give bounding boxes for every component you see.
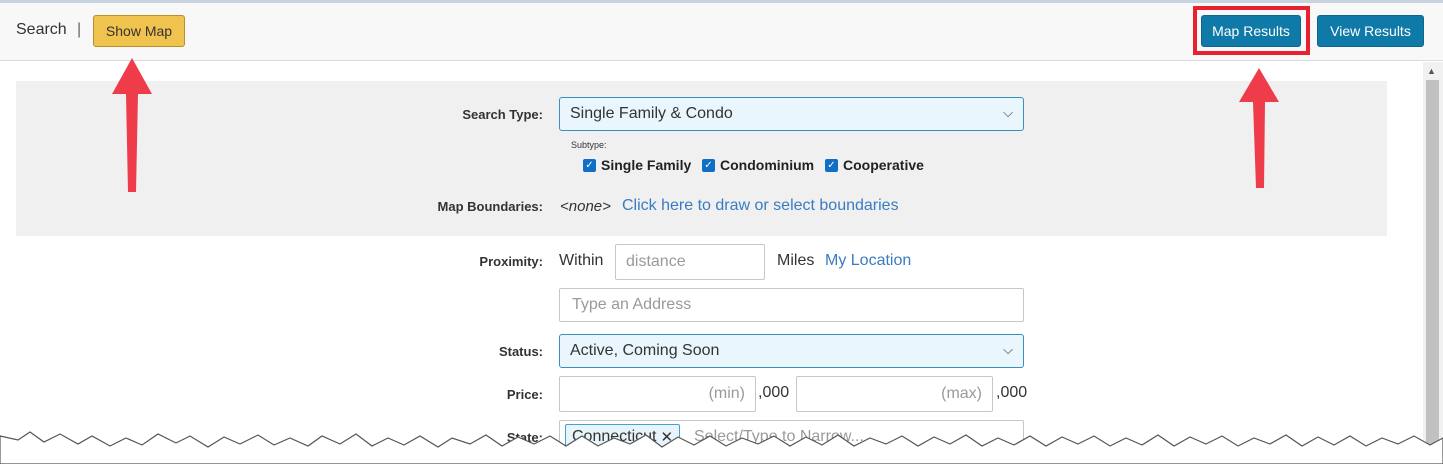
price-min-input[interactable]: (min) <box>559 376 756 412</box>
proximity-label: Proximity: <box>479 254 543 269</box>
search-label: Search <box>16 21 67 38</box>
miles-text: Miles <box>777 252 815 269</box>
subtype-condominium-label: Condominium <box>720 157 815 173</box>
annotation-arrow-up-icon <box>112 58 152 192</box>
price-max-input[interactable]: (max) <box>796 376 993 412</box>
chevron-down-icon: ⌵ <box>1003 342 1013 357</box>
state-label: State: <box>506 430 543 445</box>
subtype-single-family-checkbox[interactable]: ✓ Single Family <box>583 157 691 173</box>
map-boundaries-value: <none> <box>560 198 611 215</box>
scrollbar-thumb[interactable] <box>1426 80 1439 464</box>
search-type-label: Search Type: <box>462 107 543 122</box>
subtype-caption: Subtype: <box>571 140 607 150</box>
map-boundaries-label: Map Boundaries: <box>437 199 543 214</box>
annotation-arrow-up-icon <box>1239 68 1279 188</box>
state-search-placeholder[interactable]: Select/Type to Narrow... <box>694 428 864 446</box>
price-max-suffix: ,000 <box>996 384 1028 401</box>
price-min-suffix: ,000 <box>758 384 790 401</box>
distance-input[interactable]: distance <box>615 244 765 280</box>
search-type-select[interactable]: Single Family & Condo ⌵ <box>559 97 1024 131</box>
checkbox-checked-icon: ✓ <box>583 158 596 172</box>
subtype-single-family-label: Single Family <box>601 157 692 173</box>
view-results-button[interactable]: View Results <box>1317 15 1424 47</box>
subtype-condominium-checkbox[interactable]: ✓ Condominium <box>702 157 814 173</box>
address-input[interactable]: Type an Address <box>559 288 1024 322</box>
subtype-cooperative-label: Cooperative <box>843 157 924 173</box>
draw-boundaries-link[interactable]: Click here to draw or select boundaries <box>622 197 899 215</box>
price-label: Price: <box>506 387 543 402</box>
status-select[interactable]: Active, Coming Soon ⌵ <box>559 334 1024 368</box>
within-text: Within <box>559 252 604 269</box>
subtype-cooperative-checkbox[interactable]: ✓ Cooperative <box>825 157 924 173</box>
status-value: Active, Coming Soon <box>570 342 720 359</box>
state-tag-label: Connecticut <box>572 428 657 445</box>
checkbox-checked-icon: ✓ <box>825 158 838 172</box>
scroll-up-arrow-icon[interactable]: ▲ <box>1427 66 1436 76</box>
search-type-value: Single Family & Condo <box>570 105 733 122</box>
chevron-down-icon: ⌵ <box>1003 105 1013 120</box>
map-results-highlight <box>1193 6 1310 55</box>
header-separator: | <box>77 21 82 38</box>
status-label: Status: <box>498 344 543 359</box>
checkbox-checked-icon: ✓ <box>702 158 715 172</box>
my-location-link[interactable]: My Location <box>825 252 911 270</box>
show-map-button[interactable]: Show Map <box>93 15 185 47</box>
state-tag-connecticut: Connecticut ✕ <box>565 424 681 450</box>
close-icon[interactable]: ✕ <box>661 428 674 446</box>
